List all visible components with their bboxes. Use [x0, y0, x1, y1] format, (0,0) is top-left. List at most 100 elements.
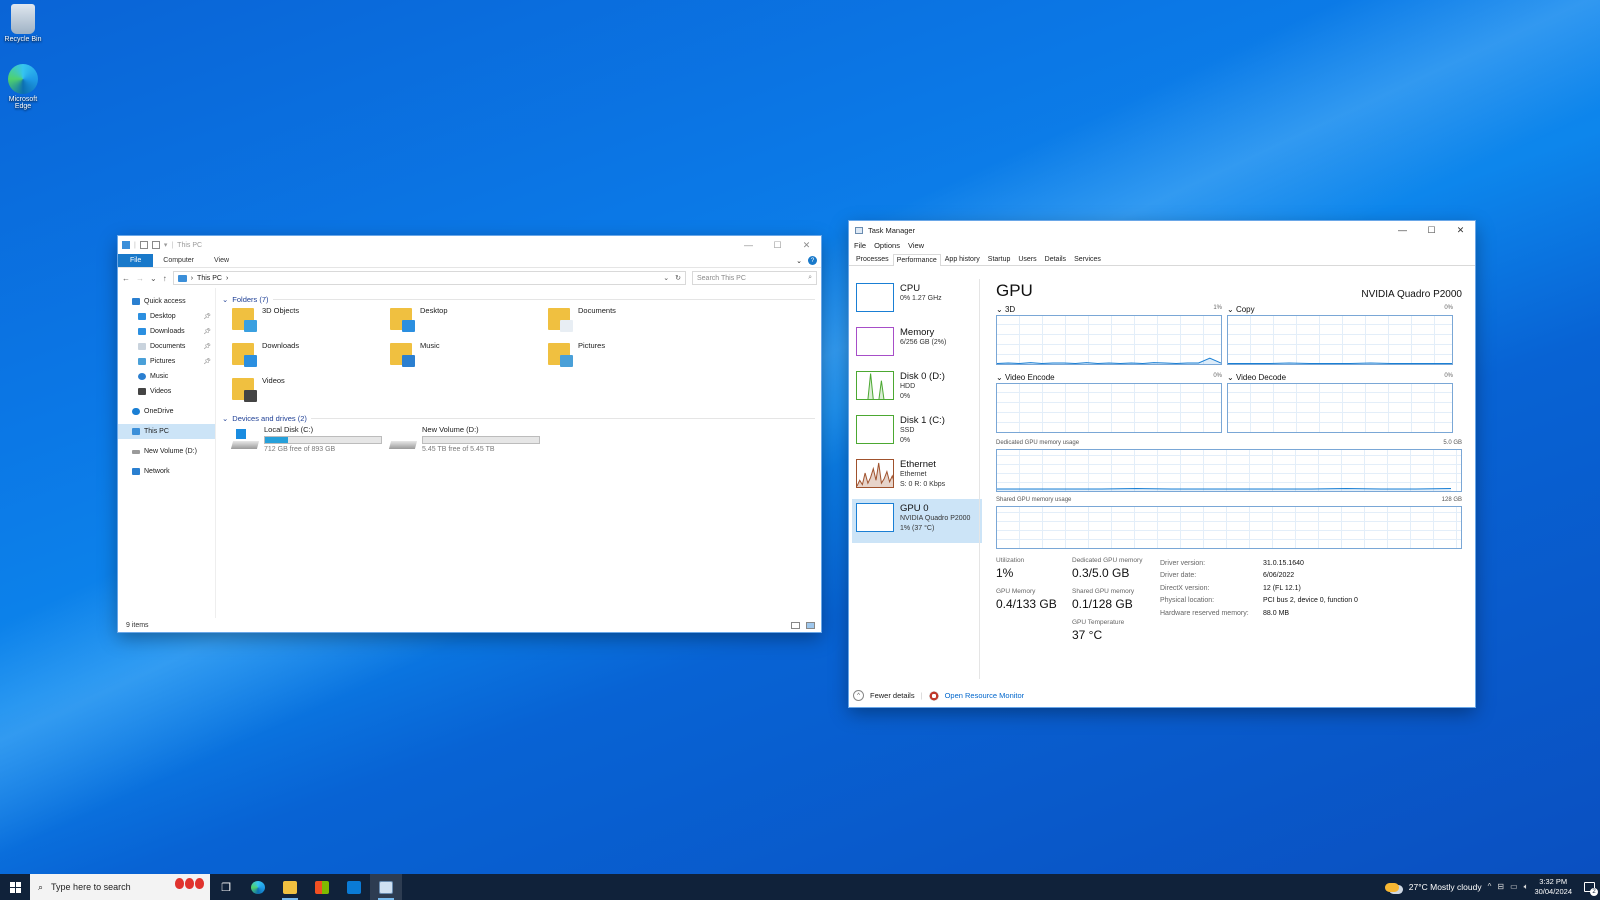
- show-hidden-icons-icon[interactable]: ^: [1488, 882, 1492, 892]
- taskbar-edge[interactable]: [242, 874, 274, 900]
- network-icon[interactable]: ▭: [1510, 882, 1518, 892]
- folder-item[interactable]: Desktop: [390, 306, 548, 337]
- refresh-icon[interactable]: ↻: [675, 274, 681, 282]
- tab-computer[interactable]: Computer: [153, 254, 204, 267]
- engine-selector[interactable]: ⌄ Video Encode: [996, 373, 1055, 383]
- breadcrumb[interactable]: This PC: [197, 275, 222, 282]
- taskbar-search[interactable]: ⌕ Type here to search: [30, 874, 210, 900]
- nav-videos[interactable]: Videos: [118, 384, 215, 399]
- drive-icon: [132, 449, 140, 454]
- new-folder-icon[interactable]: [151, 241, 160, 249]
- resource-memory[interactable]: Memory 6/256 GB (2%): [852, 323, 982, 367]
- details-view-icon[interactable]: [791, 621, 800, 629]
- tab-processes[interactable]: Processes: [852, 253, 893, 265]
- start-button[interactable]: [0, 874, 30, 900]
- detail-key: Hardware reserved memory:: [1160, 609, 1249, 617]
- open-resource-monitor-link[interactable]: Open Resource Monitor: [945, 691, 1025, 700]
- resource-disk1[interactable]: Disk 1 (C:) SSD 0%: [852, 411, 982, 455]
- menu-file[interactable]: File: [854, 241, 866, 250]
- dedicated-memory-graph: [996, 449, 1462, 492]
- folder-item[interactable]: Documents: [548, 306, 706, 337]
- volume-icon[interactable]: 🔈︎: [1524, 882, 1529, 892]
- utilization-value: 1%: [996, 566, 1014, 580]
- expand-ribbon-icon[interactable]: ⌄: [796, 257, 802, 265]
- back-icon[interactable]: ←: [122, 274, 130, 283]
- edge-icon: [8, 64, 38, 94]
- recent-locations-icon[interactable]: ⌄: [150, 274, 157, 283]
- help-icon[interactable]: ?: [808, 256, 817, 265]
- resource-ethernet[interactable]: Ethernet Ethernet S: 0 R: 0 Kbps: [852, 455, 982, 499]
- up-icon[interactable]: ↑: [163, 274, 167, 283]
- maximize-button[interactable]: ☐: [763, 236, 792, 254]
- menu-view[interactable]: View: [908, 241, 924, 250]
- desktop-icon-label: Recycle Bin: [4, 36, 42, 43]
- tab-performance[interactable]: Performance: [892, 254, 941, 266]
- onedrive-icon: [132, 408, 140, 415]
- taskbar-mail[interactable]: [338, 874, 370, 900]
- resource-cpu[interactable]: CPU 0% 1.27 GHz: [852, 279, 982, 323]
- forward-icon[interactable]: →: [136, 274, 144, 283]
- close-button[interactable]: ✕: [1446, 221, 1475, 239]
- tab-details[interactable]: Details: [1041, 253, 1070, 265]
- engine-selector[interactable]: ⌄ Video Decode: [1227, 373, 1286, 383]
- clock[interactable]: 3:32 PM 30/04/2024: [1534, 877, 1572, 897]
- folder-item[interactable]: Music: [390, 341, 548, 372]
- nav-new-volume[interactable]: New Volume (D:): [118, 444, 215, 459]
- tab-services[interactable]: Services: [1070, 253, 1105, 265]
- folder-item[interactable]: 3D Objects: [232, 306, 390, 337]
- nav-downloads[interactable]: Downloads 📌︎: [118, 324, 215, 339]
- stat-label: GPU Memory: [996, 588, 1036, 595]
- nav-this-pc[interactable]: This PC: [118, 424, 215, 439]
- folders-group-header[interactable]: ⌄ Folders (7): [222, 292, 815, 306]
- tab-startup[interactable]: Startup: [984, 253, 1015, 265]
- folder-item[interactable]: Videos: [232, 376, 390, 407]
- nav-onedrive[interactable]: OneDrive: [118, 404, 215, 419]
- nav-music[interactable]: Music: [118, 369, 215, 384]
- tab-view[interactable]: View: [204, 254, 239, 267]
- search-input[interactable]: Search This PC ⌕: [692, 271, 817, 285]
- chevron-up-icon[interactable]: ^: [853, 690, 864, 701]
- large-icons-view-icon[interactable]: [806, 621, 815, 629]
- task-view-button[interactable]: ❐: [210, 874, 242, 900]
- nav-quick-access[interactable]: Quick access: [118, 294, 215, 309]
- nav-network[interactable]: Network: [118, 464, 215, 479]
- close-button[interactable]: ✕: [792, 236, 821, 254]
- taskbar-file-explorer[interactable]: [274, 874, 306, 900]
- taskbar-store[interactable]: [306, 874, 338, 900]
- desktop-recycle-bin[interactable]: Recycle Bin: [1, 4, 45, 43]
- folder-item[interactable]: Downloads: [232, 341, 390, 372]
- engine-selector[interactable]: ⌄ Copy: [1227, 305, 1255, 315]
- customize-qa-icon[interactable]: ▾: [164, 241, 168, 249]
- device-icon[interactable]: ⊟: [1497, 882, 1504, 892]
- search-placeholder: Type here to search: [51, 882, 131, 892]
- drive-item[interactable]: Local Disk (C:) 712 GB free of 893 GB: [230, 425, 390, 453]
- menu-options[interactable]: Options: [874, 241, 900, 250]
- desktop-edge[interactable]: Microsoft Edge: [1, 64, 45, 110]
- taskbar-task-manager[interactable]: [370, 874, 402, 900]
- address-dropdown-icon[interactable]: ⌄: [663, 274, 669, 282]
- group-label: Devices and drives (2): [232, 413, 307, 423]
- weather-widget[interactable]: 27°C Mostly cloudy: [1409, 882, 1482, 892]
- folder-item[interactable]: Pictures: [548, 341, 706, 372]
- tab-app-history[interactable]: App history: [941, 253, 984, 265]
- content-pane: ⌄ Folders (7) 3D Objects Desktop Documen…: [216, 288, 821, 618]
- minimize-button[interactable]: —: [1388, 221, 1417, 239]
- address-bar[interactable]: › This PC › ⌄ ↻: [172, 271, 686, 285]
- detail-key: Driver version:: [1160, 559, 1206, 567]
- tab-users[interactable]: Users: [1014, 253, 1040, 265]
- nav-pictures[interactable]: Pictures 📌︎: [118, 354, 215, 369]
- resource-disk0[interactable]: Disk 0 (D:) HDD 0%: [852, 367, 982, 411]
- drive-item[interactable]: New Volume (D:) 5.45 TB free of 5.45 TB: [388, 425, 548, 453]
- action-center-button[interactable]: 2: [1578, 874, 1600, 900]
- drives-group-header[interactable]: ⌄ Devices and drives (2): [222, 411, 815, 425]
- properties-icon[interactable]: [139, 241, 148, 249]
- tab-file[interactable]: File: [118, 254, 154, 267]
- engine-selector[interactable]: ⌄ 3D: [996, 305, 1015, 315]
- nav-desktop[interactable]: Desktop 📌︎: [118, 309, 215, 324]
- maximize-button[interactable]: ☐: [1417, 221, 1446, 239]
- resource-detail: SSD: [900, 427, 915, 434]
- nav-documents[interactable]: Documents 📌︎: [118, 339, 215, 354]
- resource-gpu0[interactable]: GPU 0 NVIDIA Quadro P2000 1% (37 °C): [852, 499, 982, 543]
- minimize-button[interactable]: —: [734, 236, 763, 254]
- fewer-details-link[interactable]: Fewer details: [870, 691, 915, 700]
